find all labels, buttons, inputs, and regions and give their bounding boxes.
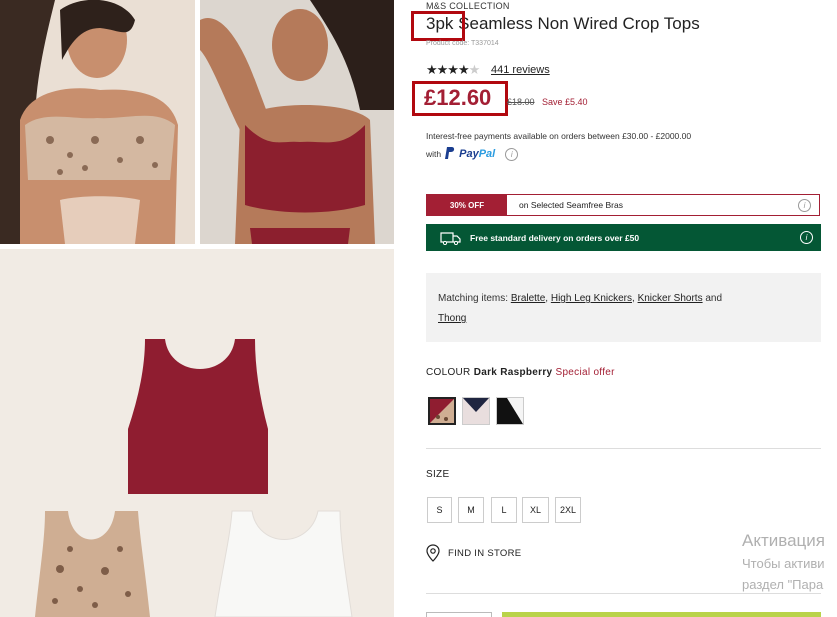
info-icon[interactable]: i [800,231,813,244]
quantity-select[interactable] [426,612,492,617]
activation-watermark-text: Чтобы активи раздел "Пара [742,553,825,595]
paypal-wordmark: PayPal [459,148,496,160]
matching-link-high-leg-knickers[interactable]: High Leg Knickers [551,293,632,304]
matching-items-panel: Matching items: Bralette, High Leg Knick… [426,273,821,342]
find-in-store-button[interactable]: FIND IN STORE [426,544,521,562]
save-amount: Save £5.40 [542,97,588,107]
paypal-row: with PayPal i [426,147,526,161]
rating-stars: ★★★★★ [426,62,481,78]
swatch-black-white[interactable] [496,397,524,425]
price-highlight-box [412,81,508,116]
paypal-logo [445,147,455,161]
with-label: with [426,149,442,159]
was-price: £18.00 [507,97,535,107]
truck-icon [426,231,462,245]
paypal-icon [445,147,455,159]
info-icon[interactable]: i [505,147,519,161]
colour-label: COLOUR [426,367,471,378]
colour-value: Dark Raspberry [473,367,553,378]
colour-row: COLOUR Dark Raspberry Special offer [426,367,615,378]
product-photo-flatlay[interactable] [0,249,394,617]
product-title: 3pk Seamless Non Wired Crop Tops [426,14,700,34]
product-photo-model-raspberry[interactable] [200,0,394,244]
size-option-m[interactable]: M [458,497,484,523]
matching-link-knicker-shorts[interactable]: Knicker Shorts [638,293,703,304]
filled-stars-icon: ★★★★ [426,62,470,77]
add-to-bag-button[interactable] [502,612,821,617]
matching-link-thong[interactable]: Thong [438,313,466,324]
size-option-s[interactable]: S [427,497,452,523]
title-name: Seamless Non Wired Crop Tops [453,14,700,33]
matching-and: and [705,293,723,304]
divider [426,448,821,449]
offer-tag: 30% OFF [427,195,507,215]
size-option-xl[interactable]: XL [522,497,549,523]
swatch-dark-raspberry[interactable] [428,397,456,425]
reviews-link[interactable]: 441 reviews [491,64,550,76]
title-highlight-box [411,11,465,41]
payment-info: Interest-free payments available on orde… [426,131,692,141]
special-offer-label: Special offer [555,367,615,378]
product-photo-model-leopard[interactable] [0,0,195,244]
swatch-navy-pink[interactable] [462,397,490,425]
size-option-2xl[interactable]: 2XL [555,497,581,523]
watermark-line-2: Чтобы активи [742,556,825,571]
size-label: SIZE [426,469,450,480]
empty-star-icon: ★ [468,62,481,77]
matching-link-bralette[interactable]: Bralette [511,293,545,304]
product-code: Product code: T337014 [426,40,499,47]
matching-label: Matching items: [438,293,509,304]
offer-banner[interactable]: 30% OFF on Selected Seamfree Bras i [426,194,820,216]
size-option-l[interactable]: L [491,497,517,523]
activation-watermark-title: Активация [742,531,825,550]
delivery-banner[interactable]: Free standard delivery on orders over £5… [426,224,821,251]
location-pin-icon [426,544,440,562]
offer-text: on Selected Seamfree Bras [519,200,623,210]
find-in-store-label: FIND IN STORE [448,547,522,559]
watermark-line-3: раздел "Пара [742,577,824,592]
info-icon[interactable]: i [798,198,811,212]
brand-label: M&S COLLECTION [426,1,510,11]
delivery-text: Free standard delivery on orders over £5… [470,232,640,243]
